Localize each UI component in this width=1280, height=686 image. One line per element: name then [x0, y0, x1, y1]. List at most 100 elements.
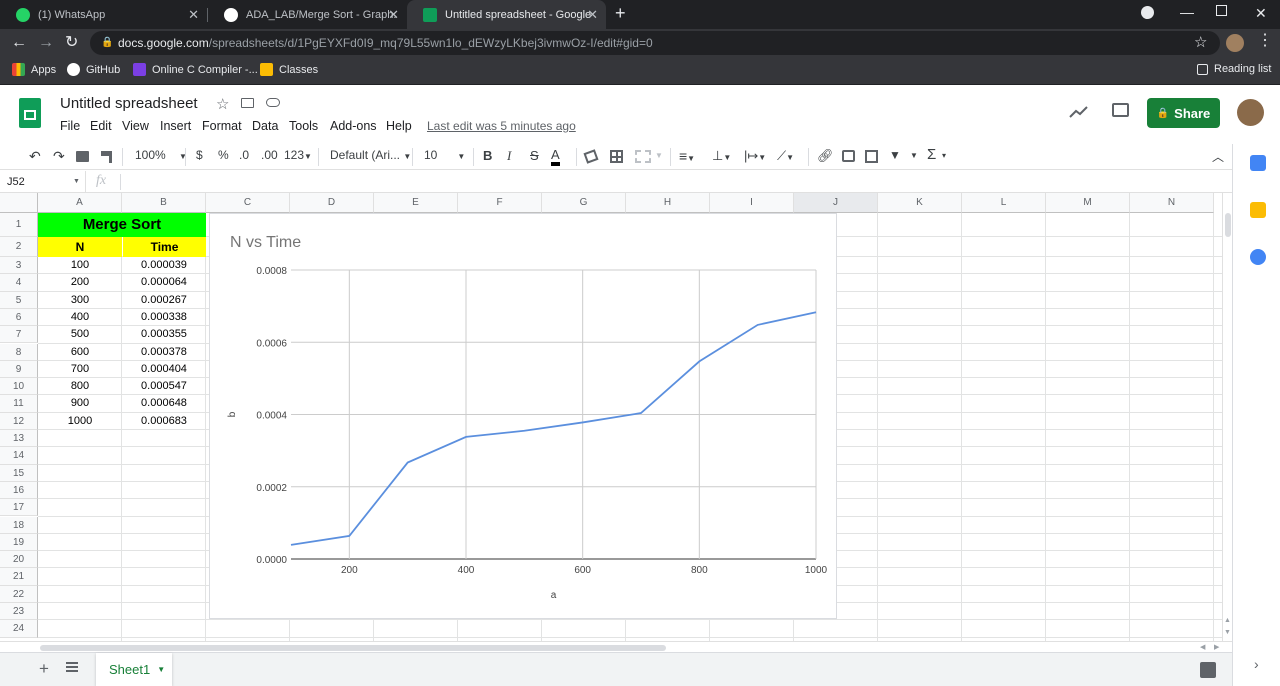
- cell-n[interactable]: 100: [38, 257, 122, 274]
- comments-icon[interactable]: [1112, 103, 1129, 117]
- row-header-3[interactable]: 3: [0, 257, 38, 275]
- scrollbar-thumb[interactable]: [1225, 213, 1231, 237]
- menu-addons[interactable]: Add-ons: [330, 119, 377, 133]
- row-header-13[interactable]: 13: [0, 430, 38, 448]
- scroll-up-icon[interactable]: ▲: [1224, 617, 1231, 624]
- row-header-23[interactable]: 23: [0, 603, 38, 621]
- tab-sheet1[interactable]: Sheet1 ▼: [96, 653, 172, 686]
- column-header-d[interactable]: D: [290, 193, 374, 213]
- row-header-4[interactable]: 4: [0, 274, 38, 292]
- forward-icon[interactable]: →: [38, 34, 54, 52]
- row-header-20[interactable]: 20: [0, 551, 38, 569]
- bookmark-online-compiler[interactable]: Online C Compiler -...: [133, 63, 258, 76]
- row-header-10[interactable]: 10: [0, 378, 38, 396]
- vertical-align-icon[interactable]: ⊥▼: [712, 148, 731, 164]
- row-header-5[interactable]: 5: [0, 291, 38, 309]
- cell-n[interactable]: 600: [38, 344, 122, 361]
- url-input[interactable]: 🔒 docs.google.com/spreadsheets/d/1PgEYXF…: [90, 31, 1220, 55]
- italic-button[interactable]: I: [507, 148, 511, 164]
- redo-icon[interactable]: ↷: [53, 148, 65, 165]
- column-header-n[interactable]: N: [1130, 193, 1214, 213]
- menu-help[interactable]: Help: [386, 119, 412, 133]
- calendar-icon[interactable]: [1250, 155, 1266, 171]
- align-left-icon[interactable]: ≡▼: [679, 148, 695, 164]
- vertical-scrollbar[interactable]: ▲ ▼: [1222, 193, 1232, 641]
- column-header-g[interactable]: G: [542, 193, 626, 213]
- tab-whatsapp[interactable]: (1) WhatsApp ✕: [0, 0, 207, 29]
- cell-n[interactable]: 700: [38, 361, 122, 378]
- insert-comment-icon[interactable]: [842, 150, 855, 162]
- maximize-icon[interactable]: [1216, 5, 1227, 16]
- star-icon[interactable]: ☆: [1194, 34, 1207, 52]
- decrease-decimal-button[interactable]: .0: [239, 148, 249, 162]
- line-chart[interactable]: N vs Time 0.0000 0.0002 0.0004 0.0006 0.0008…: [209, 213, 837, 619]
- column-header-j[interactable]: J: [794, 193, 878, 213]
- currency-format-button[interactable]: $: [196, 148, 203, 162]
- last-edit-link[interactable]: Last edit was 5 minutes ago: [427, 119, 576, 133]
- reading-list[interactable]: Reading list: [1197, 63, 1271, 75]
- more-icon[interactable]: ⋮: [1257, 32, 1273, 50]
- scrollbar-thumb[interactable]: [40, 645, 666, 651]
- chevron-down-icon[interactable]: ▾: [942, 151, 946, 160]
- insert-link-icon[interactable]: 🔗︎: [817, 148, 834, 164]
- cell-time[interactable]: 0.000267: [122, 292, 206, 309]
- sheets-logo-icon[interactable]: [19, 98, 41, 128]
- font-size-select[interactable]: 10 ▼: [424, 148, 465, 162]
- close-icon[interactable]: ✕: [388, 7, 399, 23]
- tab-spreadsheet[interactable]: Untitled spreadsheet - Google Sh ✕: [407, 0, 606, 29]
- menu-insert[interactable]: Insert: [160, 119, 191, 133]
- cell-time[interactable]: 0.000683: [122, 413, 206, 430]
- row-header-1[interactable]: 1: [0, 213, 38, 237]
- paint-format-icon[interactable]: [101, 151, 112, 163]
- tasks-icon[interactable]: [1250, 249, 1266, 265]
- cell-time[interactable]: 0.000039: [122, 257, 206, 274]
- cell-n[interactable]: 400: [38, 309, 122, 326]
- row-header-21[interactable]: 21: [0, 568, 38, 586]
- row-header-7[interactable]: 7: [0, 326, 38, 344]
- increase-decimal-button[interactable]: .00: [261, 148, 278, 162]
- zoom-select[interactable]: 100% ▼: [135, 148, 187, 162]
- row-header-15[interactable]: 15: [0, 464, 38, 482]
- minimize-icon[interactable]: —: [1180, 3, 1194, 21]
- insert-chart-icon[interactable]: [865, 150, 878, 163]
- menu-format[interactable]: Format: [202, 119, 242, 133]
- borders-icon[interactable]: [610, 150, 623, 163]
- chevron-down-icon[interactable]: ▼: [910, 151, 918, 160]
- keep-icon[interactable]: [1250, 202, 1266, 218]
- row-header-12[interactable]: 12: [0, 412, 38, 430]
- text-color-button[interactable]: A: [551, 148, 560, 166]
- scroll-down-icon[interactable]: ▼: [1224, 629, 1231, 636]
- select-all-corner[interactable]: [0, 193, 38, 213]
- number-format-select[interactable]: 123▼: [284, 148, 312, 162]
- row-header-2[interactable]: 2: [0, 237, 38, 257]
- cell-time[interactable]: 0.000547: [122, 378, 206, 395]
- bookmark-github[interactable]: GitHub: [67, 63, 120, 76]
- star-icon[interactable]: ☆: [216, 95, 229, 113]
- column-header-e[interactable]: E: [374, 193, 458, 213]
- bookmark-classes[interactable]: Classes: [260, 63, 318, 76]
- profile-avatar[interactable]: [1226, 34, 1244, 52]
- filter-icon[interactable]: ▼: [889, 148, 901, 162]
- reload-icon[interactable]: ↻: [65, 34, 78, 52]
- explore-icon[interactable]: [1200, 662, 1216, 678]
- tab-search-icon[interactable]: [1141, 6, 1154, 19]
- row-header-14[interactable]: 14: [0, 447, 38, 465]
- row-header-9[interactable]: 9: [0, 360, 38, 379]
- bold-button[interactable]: B: [483, 148, 492, 163]
- row-header-24[interactable]: 24: [0, 620, 38, 638]
- menu-view[interactable]: View: [122, 119, 149, 133]
- row-header-19[interactable]: 19: [0, 533, 38, 552]
- move-folder-icon[interactable]: [241, 98, 254, 108]
- cell-time[interactable]: 0.000648: [122, 395, 206, 412]
- tab-github[interactable]: ADA_LAB/Merge Sort - Graph.pn ✕: [208, 0, 407, 29]
- column-header-c[interactable]: C: [206, 193, 290, 213]
- column-header-f[interactable]: F: [458, 193, 542, 213]
- row-header-8[interactable]: 8: [0, 343, 38, 361]
- row-header-6[interactable]: 6: [0, 308, 38, 327]
- cell-n[interactable]: 200: [38, 274, 122, 291]
- row-header-16[interactable]: 16: [0, 481, 38, 500]
- share-button[interactable]: 🔒 Share: [1147, 98, 1220, 128]
- text-rotation-icon[interactable]: ⟋▼: [777, 148, 794, 164]
- merge-sort-title-cell[interactable]: Merge Sort: [38, 213, 206, 237]
- expand-panel-icon[interactable]: ›: [1254, 656, 1259, 672]
